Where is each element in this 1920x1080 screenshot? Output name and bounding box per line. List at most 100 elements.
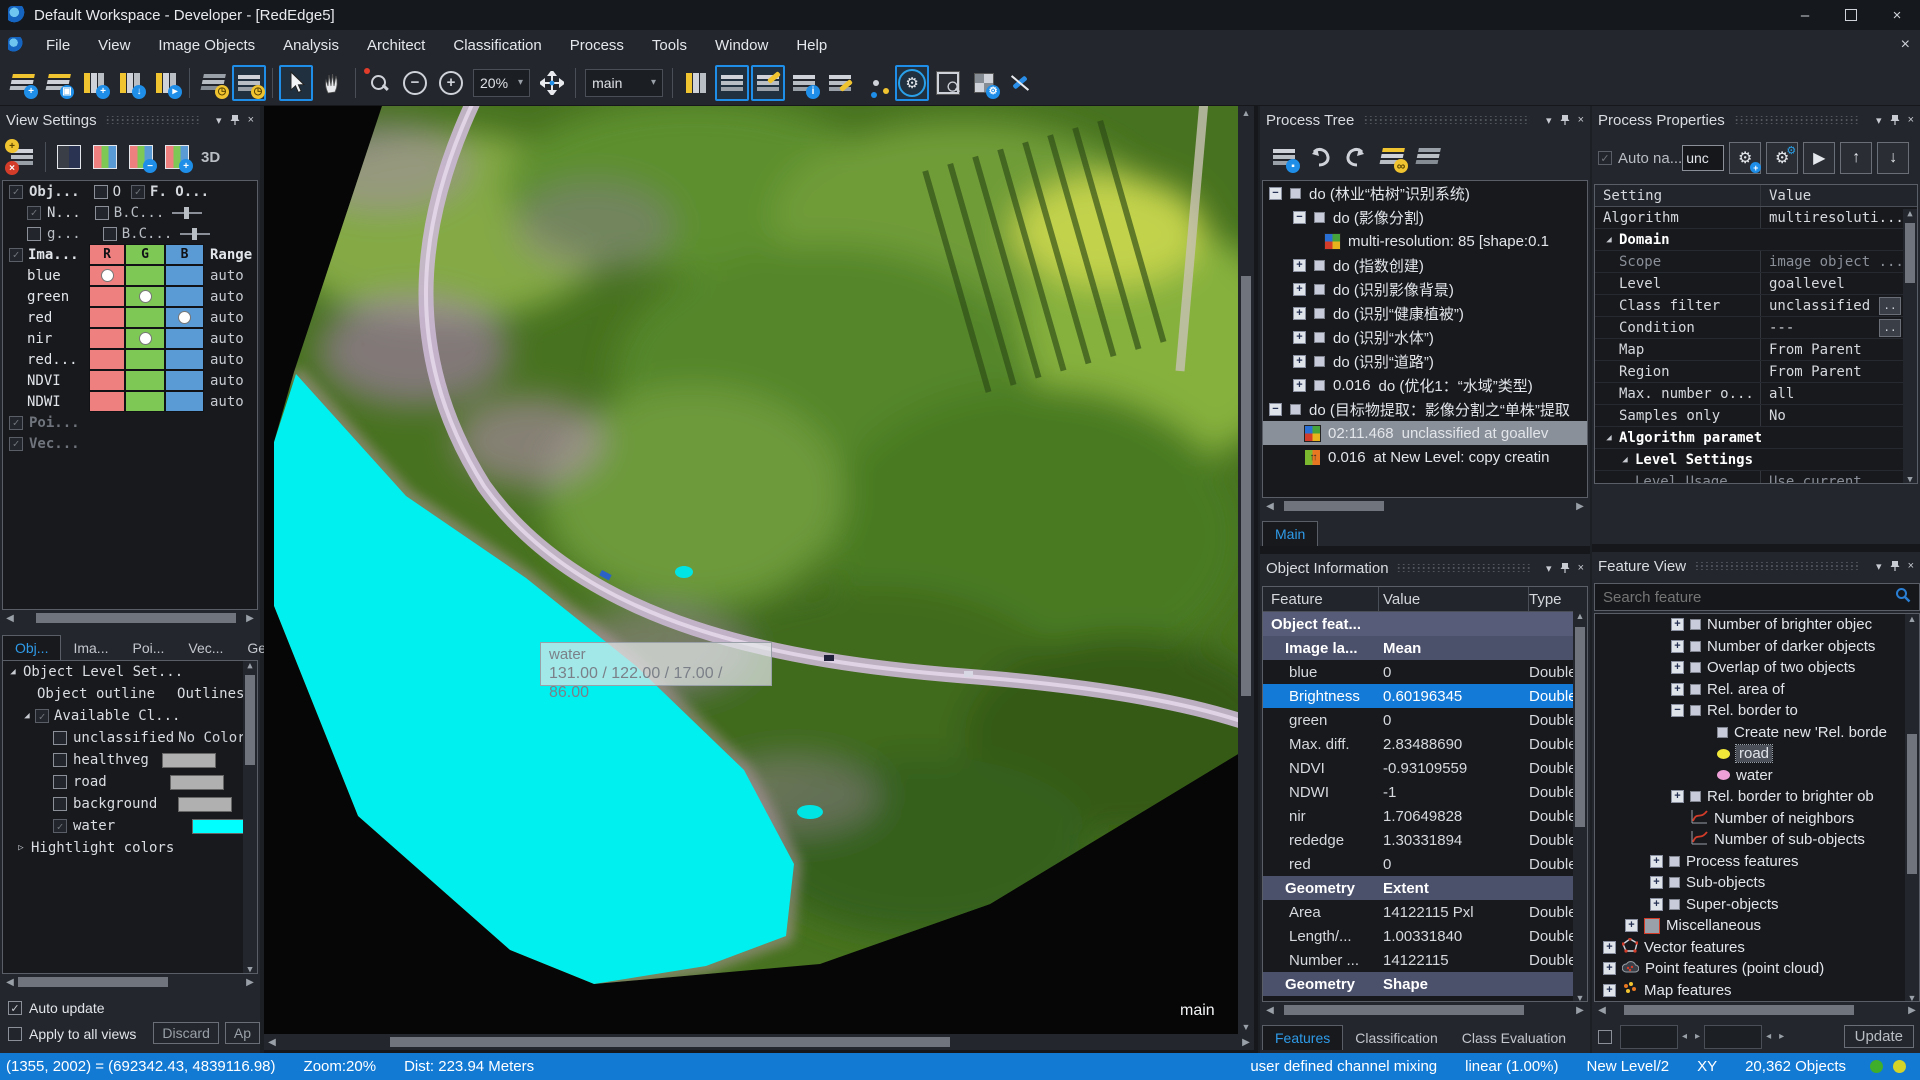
transparency-slider[interactable]: [172, 212, 202, 214]
feature-group-row[interactable]: Image la...Mean: [1263, 636, 1587, 660]
process-item[interactable]: ↑↑0.016at New Level: copy creatin: [1263, 445, 1587, 469]
property-group-row[interactable]: ◢Domain: [1595, 229, 1917, 251]
feature-range-checkbox[interactable]: [1598, 1030, 1612, 1044]
menu-view[interactable]: View: [84, 30, 144, 60]
property-row[interactable]: Levelgoallevel: [1595, 273, 1917, 295]
class-checkbox[interactable]: [53, 797, 67, 811]
expand-icon[interactable]: +: [1603, 941, 1616, 954]
pin-icon[interactable]: [1890, 560, 1900, 572]
close-panel-icon[interactable]: ×: [1908, 114, 1914, 126]
discard-button[interactable]: Discard: [153, 1022, 218, 1044]
class-tree-vscrollbar[interactable]: ▲▼: [243, 661, 257, 974]
property-group-row[interactable]: ◢Algorithm parameters: [1595, 427, 1917, 449]
expand-icon[interactable]: +: [1650, 898, 1663, 911]
expand-icon[interactable]: +: [1625, 919, 1638, 932]
property-row[interactable]: Max. number o...all: [1595, 383, 1917, 405]
viewer-hscrollbar[interactable]: ◀▶: [264, 1034, 1254, 1050]
edit-class-filter-button[interactable]: ..: [1879, 297, 1901, 315]
n-checkbox[interactable]: [27, 206, 41, 220]
process-item[interactable]: +0.016do (优化1：“水域”类型): [1263, 373, 1587, 397]
feature-item[interactable]: +Point features (point cloud): [1595, 958, 1919, 980]
feature-row[interactable]: blue0Double: [1263, 660, 1587, 684]
vector-layer-checkbox[interactable]: [9, 437, 23, 451]
execute-settings-button[interactable]: ⚙⚙: [1766, 142, 1798, 174]
panel-menu-icon[interactable]: ▾: [1546, 562, 1552, 575]
pin-icon[interactable]: [1890, 114, 1900, 126]
layer-row[interactable]: red auto: [3, 307, 257, 328]
process-item-selected[interactable]: 02:11.468unclassified at goallev: [1263, 421, 1587, 445]
lock-process-tree-button[interactable]: ▪: [1267, 139, 1301, 175]
three-layer-mix-button[interactable]: [88, 139, 122, 175]
expand-icon[interactable]: +: [1293, 331, 1306, 344]
expand-icon[interactable]: +: [1293, 259, 1306, 272]
object-info-hscrollbar[interactable]: ◀▶: [1262, 1002, 1588, 1018]
menu-process[interactable]: Process: [556, 30, 638, 60]
previous-process-button[interactable]: ↑: [1840, 142, 1872, 174]
select-cursor-button[interactable]: [279, 65, 313, 101]
object-information-header[interactable]: Object Information ▾ ×: [1260, 554, 1590, 582]
g-checkbox[interactable]: [27, 227, 41, 241]
feature-row[interactable]: nir1.70649828Double: [1263, 804, 1587, 828]
bc-checkbox-1[interactable]: [95, 206, 109, 220]
process-item[interactable]: −do (林业“枯树”识别系统): [1263, 181, 1587, 205]
column-g[interactable]: G: [125, 244, 165, 265]
feature-view-hscrollbar[interactable]: ◀▶: [1594, 1002, 1920, 1018]
min-increment-arrow[interactable]: ▸: [1695, 1031, 1700, 1042]
redo-button[interactable]: [1339, 139, 1373, 175]
process-item[interactable]: multi-resolution: 85 [shape:0.1: [1263, 229, 1587, 253]
3d-view-button[interactable]: 3D: [201, 149, 220, 166]
object-mean-checkbox[interactable]: [9, 185, 23, 199]
undo-button[interactable]: [1303, 139, 1337, 175]
layer-row[interactable]: blue auto: [3, 265, 257, 286]
close-button[interactable]: ×: [1874, 0, 1920, 30]
outline-checkbox[interactable]: [94, 185, 108, 199]
close-panel-icon[interactable]: ×: [248, 114, 254, 126]
feature-item[interactable]: water: [1595, 765, 1919, 787]
object-info-vscrollbar[interactable]: ▲▼: [1573, 611, 1587, 1002]
class-color-swatch[interactable]: [163, 754, 215, 767]
process-item[interactable]: +do (识别“水体”): [1263, 325, 1587, 349]
expand-icon[interactable]: +: [1671, 640, 1684, 653]
update-button[interactable]: Update: [1844, 1025, 1914, 1048]
import-scene-button[interactable]: ↓: [113, 65, 147, 101]
image-view[interactable]: water 131.00 / 122.00 / 17.00 / 86.00 ma…: [264, 106, 1238, 1034]
panel-menu-icon[interactable]: ▾: [1876, 560, 1882, 573]
tab-classification[interactable]: Classification: [1343, 1026, 1449, 1050]
property-row[interactable]: Class filterunclassified..: [1595, 295, 1917, 317]
channel-radio[interactable]: [101, 269, 114, 282]
edit-disabled-button[interactable]: [1003, 65, 1037, 101]
menu-file[interactable]: File: [32, 30, 84, 60]
pan-hand-button[interactable]: [315, 65, 349, 101]
edit-condition-button[interactable]: ..: [1879, 319, 1901, 337]
process-item[interactable]: +do (指数创建): [1263, 253, 1587, 277]
collapse-icon[interactable]: −: [1671, 704, 1684, 717]
property-row[interactable]: Condition---..: [1595, 317, 1917, 339]
close-panel-icon[interactable]: ×: [1578, 114, 1584, 126]
point-cloud-checkbox[interactable]: [9, 416, 23, 430]
tab-vectors[interactable]: Vec...: [176, 636, 235, 660]
settings-gear-button[interactable]: ⚙: [895, 65, 929, 101]
feature-item[interactable]: +Map features: [1595, 980, 1919, 1002]
menu-help[interactable]: Help: [782, 30, 841, 60]
column-b[interactable]: B: [165, 244, 204, 265]
process-item[interactable]: −do (目标物提取：影像分割之“单株”提取: [1263, 397, 1587, 421]
menu-classification[interactable]: Classification: [439, 30, 555, 60]
panel-drag-handle[interactable]: [1694, 562, 1860, 570]
collapse-icon[interactable]: −: [1269, 187, 1282, 200]
collapse-icon[interactable]: ◢: [21, 711, 33, 721]
expand-icon[interactable]: +: [1603, 984, 1616, 997]
feature-item[interactable]: +Rel. area of: [1595, 679, 1919, 701]
class-checkbox[interactable]: [53, 753, 67, 767]
class-color-swatch[interactable]: [171, 776, 223, 789]
view-samples-button[interactable]: [823, 65, 857, 101]
feature-group-row[interactable]: GeometryExtent: [1263, 876, 1587, 900]
next-process-button[interactable]: ↓: [1877, 142, 1909, 174]
process-tree-header[interactable]: Process Tree ▾ ×: [1260, 106, 1590, 134]
expand-icon[interactable]: +: [1293, 283, 1306, 296]
close-panel-icon[interactable]: ×: [1578, 562, 1584, 574]
panel-menu-icon[interactable]: ▾: [1876, 114, 1882, 127]
channel-radio[interactable]: [139, 332, 152, 345]
channel-radio[interactable]: [139, 290, 152, 303]
feature-row[interactable]: NDVI-0.93109559Double: [1263, 756, 1587, 780]
algorithm-settings-button[interactable]: ⚙+: [1729, 142, 1761, 174]
